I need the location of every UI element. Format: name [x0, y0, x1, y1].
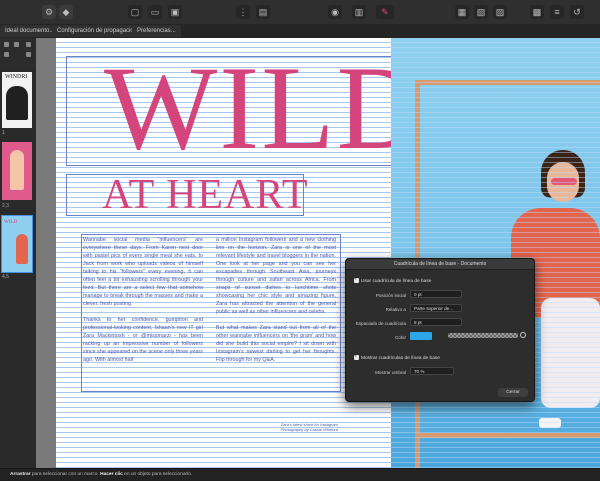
thumb-figure	[10, 150, 24, 190]
page-label-1: 1	[2, 130, 5, 136]
page-label-4-5: 4,5	[2, 274, 9, 280]
delete-page-icon[interactable]	[26, 42, 31, 47]
status-bar: Arrastrar para seleccionar con un marco.…	[0, 468, 600, 480]
grid-opacity-slider[interactable]	[448, 333, 518, 338]
spread-left-page[interactable]: WILD AT HEART Wannabe social media "infl…	[56, 38, 423, 468]
transform-icon[interactable]: ▧	[474, 5, 488, 19]
baseline-grid-overlay	[391, 38, 600, 468]
snapping-icon[interactable]: ▤	[256, 5, 270, 19]
thumb-portrait	[6, 86, 28, 120]
grid-spacing-field[interactable]: 8 pt	[410, 318, 462, 326]
status-key-drag: Arrastrar	[10, 472, 31, 477]
use-grid-label: Usar cuadrícula de línea de base	[361, 278, 432, 284]
thumb-title: WILD	[4, 220, 18, 225]
thumb-figure	[16, 234, 28, 264]
picture-frame-icon[interactable]: ▣	[168, 5, 182, 19]
body-column-2[interactable]: a million Instagram followers and a new …	[216, 236, 336, 364]
history-icon[interactable]: ↺	[570, 5, 584, 19]
grid-spacing-label: Espaciado de cuadrícula	[355, 321, 406, 326]
relative-to-label: Relativo a	[385, 307, 406, 312]
layout-icon[interactable]: ▥	[352, 5, 366, 19]
title-frame-outline	[66, 56, 421, 166]
photo-caption[interactable]: Zara's latest shoot for Instagram Photog…	[266, 422, 338, 432]
add-page-icon[interactable]	[4, 42, 9, 47]
stack-icon[interactable]: ▩	[530, 5, 544, 19]
start-position-label: Posición inicial	[375, 293, 406, 298]
page-thumbnail-2-3[interactable]	[2, 142, 32, 200]
threshold-label: Mostrar umbral	[375, 370, 406, 375]
align-icon[interactable]: ⋮	[236, 5, 250, 19]
page-label-2-3: 2,3	[2, 203, 9, 209]
status-text-drag: para seleccionar con un marco.	[30, 472, 101, 477]
color-picker-icon[interactable]: ✎	[376, 5, 394, 19]
dialog-title: Cuadrícula de línea de base - Documento	[346, 259, 534, 270]
top-toolbar: ⚙ ◆ ▢ ▭ ▣ ⋮ ▤ ◉ ▥ ✎ ▦ ▧ ▨ ▩ ≡ ↺	[0, 0, 600, 25]
use-grid-checkbox[interactable]	[354, 276, 359, 283]
show-baseline-grid-row[interactable]: Mostrar cuadrículas de línea de base	[354, 353, 440, 361]
view-mode-icon[interactable]: ◉	[328, 5, 342, 19]
pages-panel: WINDRI 1 2,3 WILD 4,5	[0, 38, 37, 468]
page-thumbnail-4-5[interactable]: WILD	[1, 215, 33, 273]
show-grid-checkbox[interactable]	[354, 353, 359, 360]
tab-preferences[interactable]: Preferencias...	[132, 25, 181, 37]
duplicate-page-icon[interactable]	[14, 42, 19, 47]
persona-pixel-button[interactable]: ◆	[59, 5, 73, 19]
master-page-icon[interactable]	[4, 52, 9, 57]
start-position-field[interactable]: 0 pt	[410, 290, 462, 298]
grid-color-swatch[interactable]	[410, 332, 432, 340]
subtitle-frame-outline	[66, 174, 304, 216]
context-tab-bar: Ideal documento... Configuración de prop…	[0, 24, 600, 39]
show-grid-label: Mostrar cuadrículas de línea de base	[361, 355, 440, 361]
arrange-icon[interactable]: ▦	[455, 5, 469, 19]
color-label: Color	[395, 335, 406, 340]
close-button[interactable]: Cerrar	[498, 388, 528, 397]
persona-designer-button[interactable]: ⚙	[42, 5, 56, 19]
body-column-1[interactable]: Wannabe social media "influencers" are e…	[83, 236, 203, 364]
distribute-icon[interactable]: ≡	[550, 5, 564, 19]
cover-photo[interactable]	[391, 38, 600, 468]
tab-document-setup[interactable]: Ideal documento...	[0, 25, 60, 37]
opacity-handle-icon[interactable]	[520, 332, 526, 338]
text-frame-icon[interactable]: ▭	[148, 5, 162, 19]
use-baseline-grid-row[interactable]: Usar cuadrícula de línea de base	[354, 276, 432, 284]
page-thumbnail-1[interactable]: WINDRI	[2, 72, 32, 128]
status-text-click: en un objeto para seleccionarlo.	[122, 472, 193, 477]
share-icon[interactable]: ▢	[128, 5, 142, 19]
pages-panel-header	[0, 38, 36, 68]
thumb-logo: WINDRI	[5, 74, 28, 80]
settings-icon[interactable]	[26, 52, 31, 57]
baseline-grid-dialog: Cuadrícula de línea de base - Documento …	[345, 258, 535, 402]
document-canvas[interactable]: WILD AT HEART Wannabe social media "infl…	[36, 38, 600, 468]
relative-to-dropdown[interactable]: Parte superior de...	[410, 304, 462, 312]
threshold-dropdown[interactable]: 70 %	[410, 367, 454, 375]
boolean-icon[interactable]: ▨	[493, 5, 507, 19]
status-key-click: Hacer clic	[100, 472, 123, 477]
